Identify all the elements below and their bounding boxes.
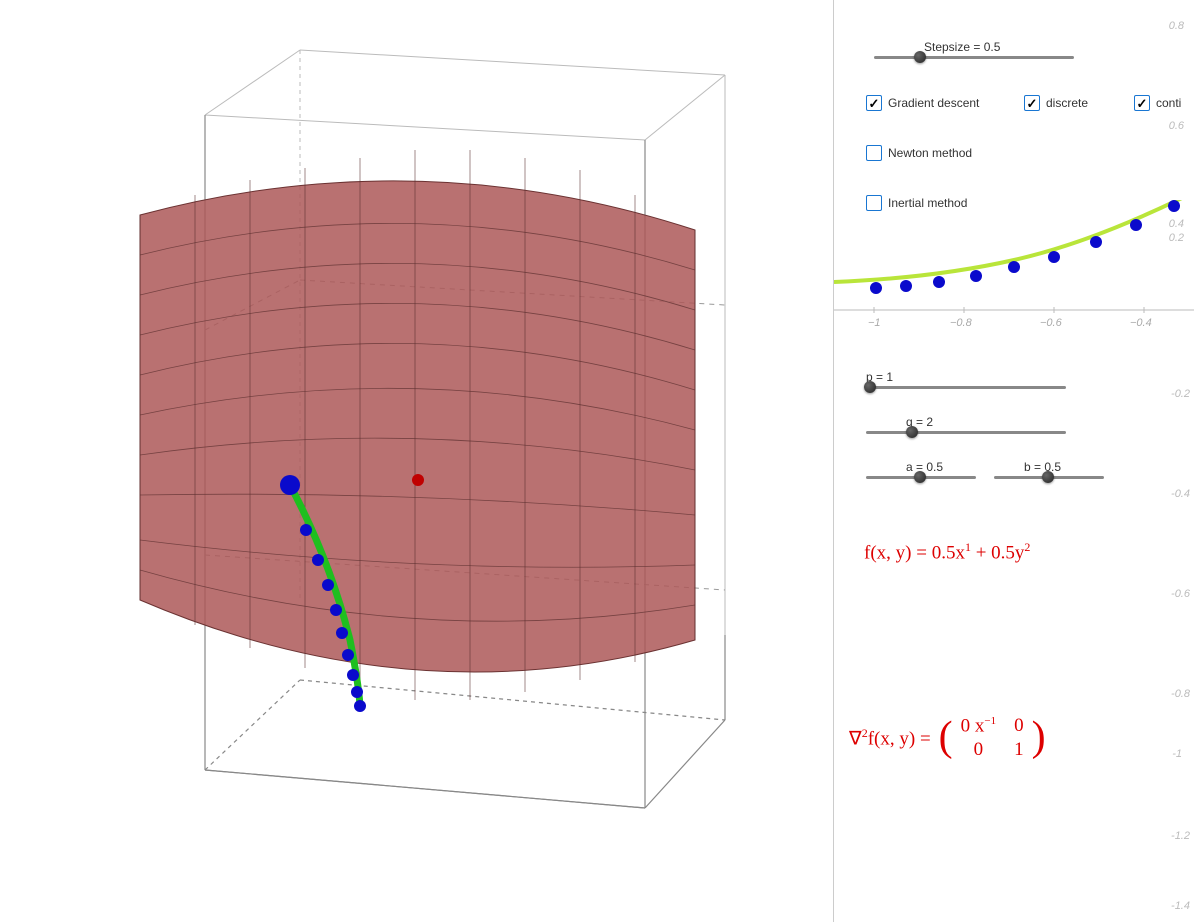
svg-text:−0.4: −0.4	[1130, 317, 1152, 329]
slider-q[interactable]: q = 2	[866, 415, 1066, 434]
discrete-points-2d	[870, 200, 1180, 294]
svg-text:−0.6: −0.6	[1040, 317, 1063, 329]
surface-mesh	[140, 150, 695, 700]
svg-text:−1: −1	[868, 317, 881, 329]
checkbox-label: conti	[1156, 96, 1181, 110]
slider-b-label: b = 0.5	[1024, 460, 1104, 474]
checkbox-newton[interactable]: Newton method	[866, 145, 972, 161]
y-tick: -0.6	[1171, 588, 1190, 600]
optimum-point	[412, 474, 424, 486]
y-tick: -1.4	[1171, 900, 1190, 912]
y-tick: -0.4	[1171, 488, 1190, 500]
controls-panel: 0.8 0.6 0.4 0.2 -0.2 -0.4 -0.6 -0.8 -1 -…	[834, 0, 1194, 922]
y-tick: 0.8	[1169, 20, 1184, 32]
view-3d[interactable]	[0, 0, 834, 922]
y-tick: -0.8	[1171, 688, 1190, 700]
checkbox-discrete[interactable]: discrete	[1024, 95, 1088, 111]
checkbox-continuous[interactable]: conti	[1134, 95, 1181, 111]
formula-hessian: ∇2f(x, y) = ( 0 x−10 01 )	[849, 715, 1046, 761]
checkbox-label: Newton method	[888, 146, 972, 160]
slider-stepsize[interactable]: Stepsize = 0.5	[874, 40, 1074, 59]
y-tick: -1	[1172, 748, 1182, 760]
chart-2d-trajectory: −1 −0.8 −0.6 −0.4	[834, 200, 1194, 340]
checkbox-label: discrete	[1046, 96, 1088, 110]
slider-q-label: q = 2	[906, 415, 1066, 429]
y-tick: -0.2	[1171, 388, 1190, 400]
y-tick: 0.6	[1169, 120, 1184, 132]
slider-stepsize-label: Stepsize = 0.5	[924, 40, 1074, 54]
slider-a[interactable]: a = 0.5	[866, 460, 976, 479]
svg-text:−0.8: −0.8	[950, 317, 973, 329]
y-tick: -1.2	[1171, 830, 1190, 842]
checkbox-gradient-descent[interactable]: Gradient descent	[866, 95, 979, 111]
slider-p-label: p = 1	[866, 370, 1066, 384]
slider-p[interactable]: p = 1	[866, 370, 1066, 389]
surface-plot-3d	[0, 0, 834, 922]
slider-b[interactable]: b = 0.5	[994, 460, 1104, 479]
formula-f: f(x, y) = 0.5x1 + 0.5y2	[864, 540, 1030, 564]
checkbox-label: Gradient descent	[888, 96, 979, 110]
